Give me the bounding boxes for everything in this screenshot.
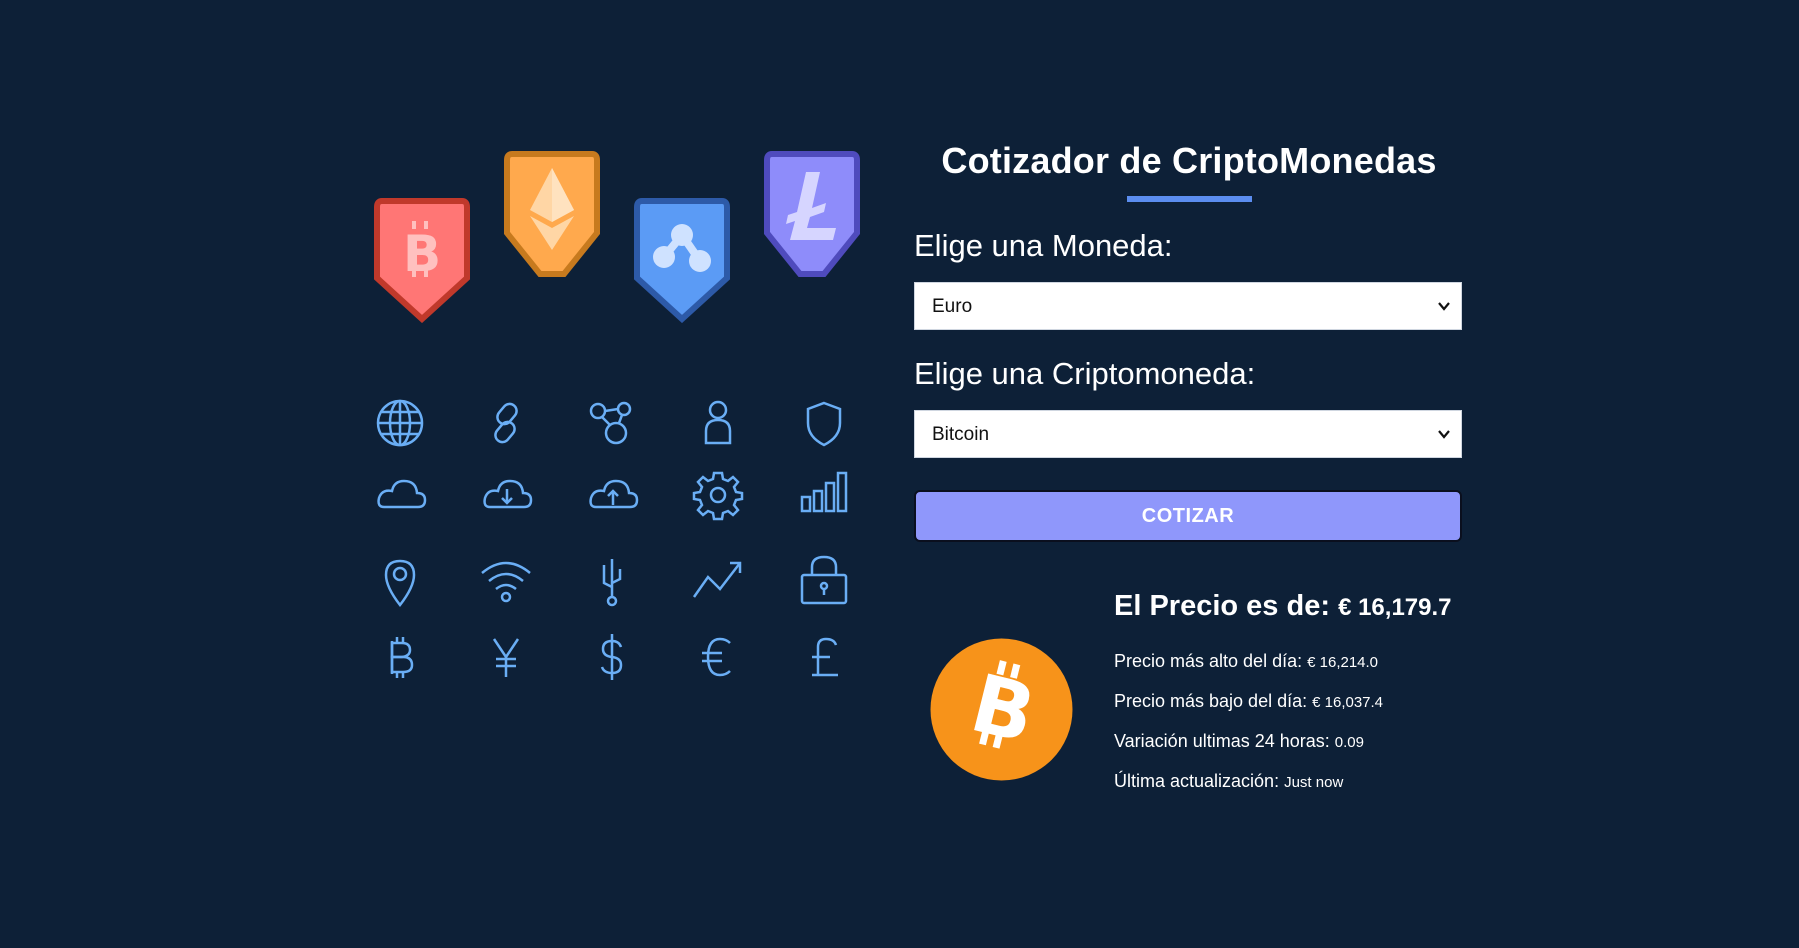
currency-label: Elige una Moneda: [914, 228, 1173, 263]
price-value: € 16,179.7 [1338, 594, 1452, 621]
page-title: Cotizador de CriptoMonedas [941, 140, 1437, 181]
yen-symbol-icon [478, 629, 534, 685]
crypto-select[interactable]: Bitcoin [914, 410, 1462, 458]
crypto-badges-illustration: B [372, 148, 862, 328]
cloud-upload-icon [584, 467, 640, 523]
crypto-label: Elige una Criptomoneda: [914, 356, 1256, 391]
bitcoin-symbol-icon [372, 629, 428, 685]
link-icon [478, 395, 534, 451]
ripple-badge-icon [632, 193, 732, 323]
price-label: El Precio es de: [1114, 590, 1330, 622]
title-underline [1126, 196, 1252, 202]
result-details: El Precio es de: € 16,179.7 Precio más a… [1114, 590, 1494, 811]
change-label: Variación ultimas 24 horas: [1114, 731, 1330, 751]
litecoin-badge-icon [762, 148, 862, 278]
bitcoin-badge-icon: B [372, 193, 472, 323]
dollar-symbol-icon [584, 629, 640, 685]
trend-up-icon [690, 553, 746, 609]
change-line: Variación ultimas 24 horas: 0.09 [1114, 731, 1494, 752]
lock-icon [796, 553, 852, 609]
gear-icon [690, 467, 746, 523]
usb-icon [584, 553, 640, 609]
high-price-line: Precio más alto del día: € 16,214.0 [1114, 651, 1494, 672]
cloud-icon [372, 467, 428, 523]
low-price-line: Precio más bajo del día: € 16,037.4 [1114, 691, 1494, 712]
cotizar-button[interactable]: COTIZAR [914, 490, 1462, 542]
user-icon [690, 395, 746, 451]
bar-chart-icon [796, 467, 852, 523]
cloud-download-icon [478, 467, 534, 523]
updated-line: Última actualización: Just now [1114, 771, 1494, 792]
wifi-icon [478, 553, 534, 609]
shield-icon [796, 395, 852, 451]
svg-text:B: B [403, 225, 441, 283]
currency-select[interactable]: Euro [914, 282, 1462, 330]
chevron-down-icon [1438, 430, 1450, 439]
currency-select-value: Euro [932, 296, 973, 317]
ethereum-badge-icon [502, 148, 602, 278]
quote-form: Cotizador de CriptoMonedas Elige una Mon… [914, 140, 1464, 542]
pound-symbol-icon [796, 629, 852, 685]
high-price-value: € 16,214.0 [1307, 654, 1379, 671]
updated-value: Just now [1284, 774, 1344, 791]
globe-icon [372, 395, 428, 451]
low-price-label: Precio más bajo del día: [1114, 691, 1308, 711]
chevron-down-icon [1438, 302, 1450, 311]
crypto-icon-grid [372, 395, 862, 695]
euro-symbol-icon [690, 629, 746, 685]
updated-label: Última actualización: [1114, 771, 1280, 791]
change-value: 0.09 [1334, 734, 1364, 751]
bitcoin-coin-icon: B [930, 638, 1073, 781]
low-price-value: € 16,037.4 [1312, 694, 1384, 711]
network-icon [584, 395, 640, 451]
crypto-select-value: Bitcoin [932, 424, 990, 445]
quote-result: B El Precio es de: € 16,179.7 Precio más… [930, 590, 1490, 820]
high-price-label: Precio más alto del día: [1114, 651, 1303, 671]
location-pin-icon [372, 553, 428, 609]
price-line: El Precio es de: € 16,179.7 [1114, 590, 1494, 623]
